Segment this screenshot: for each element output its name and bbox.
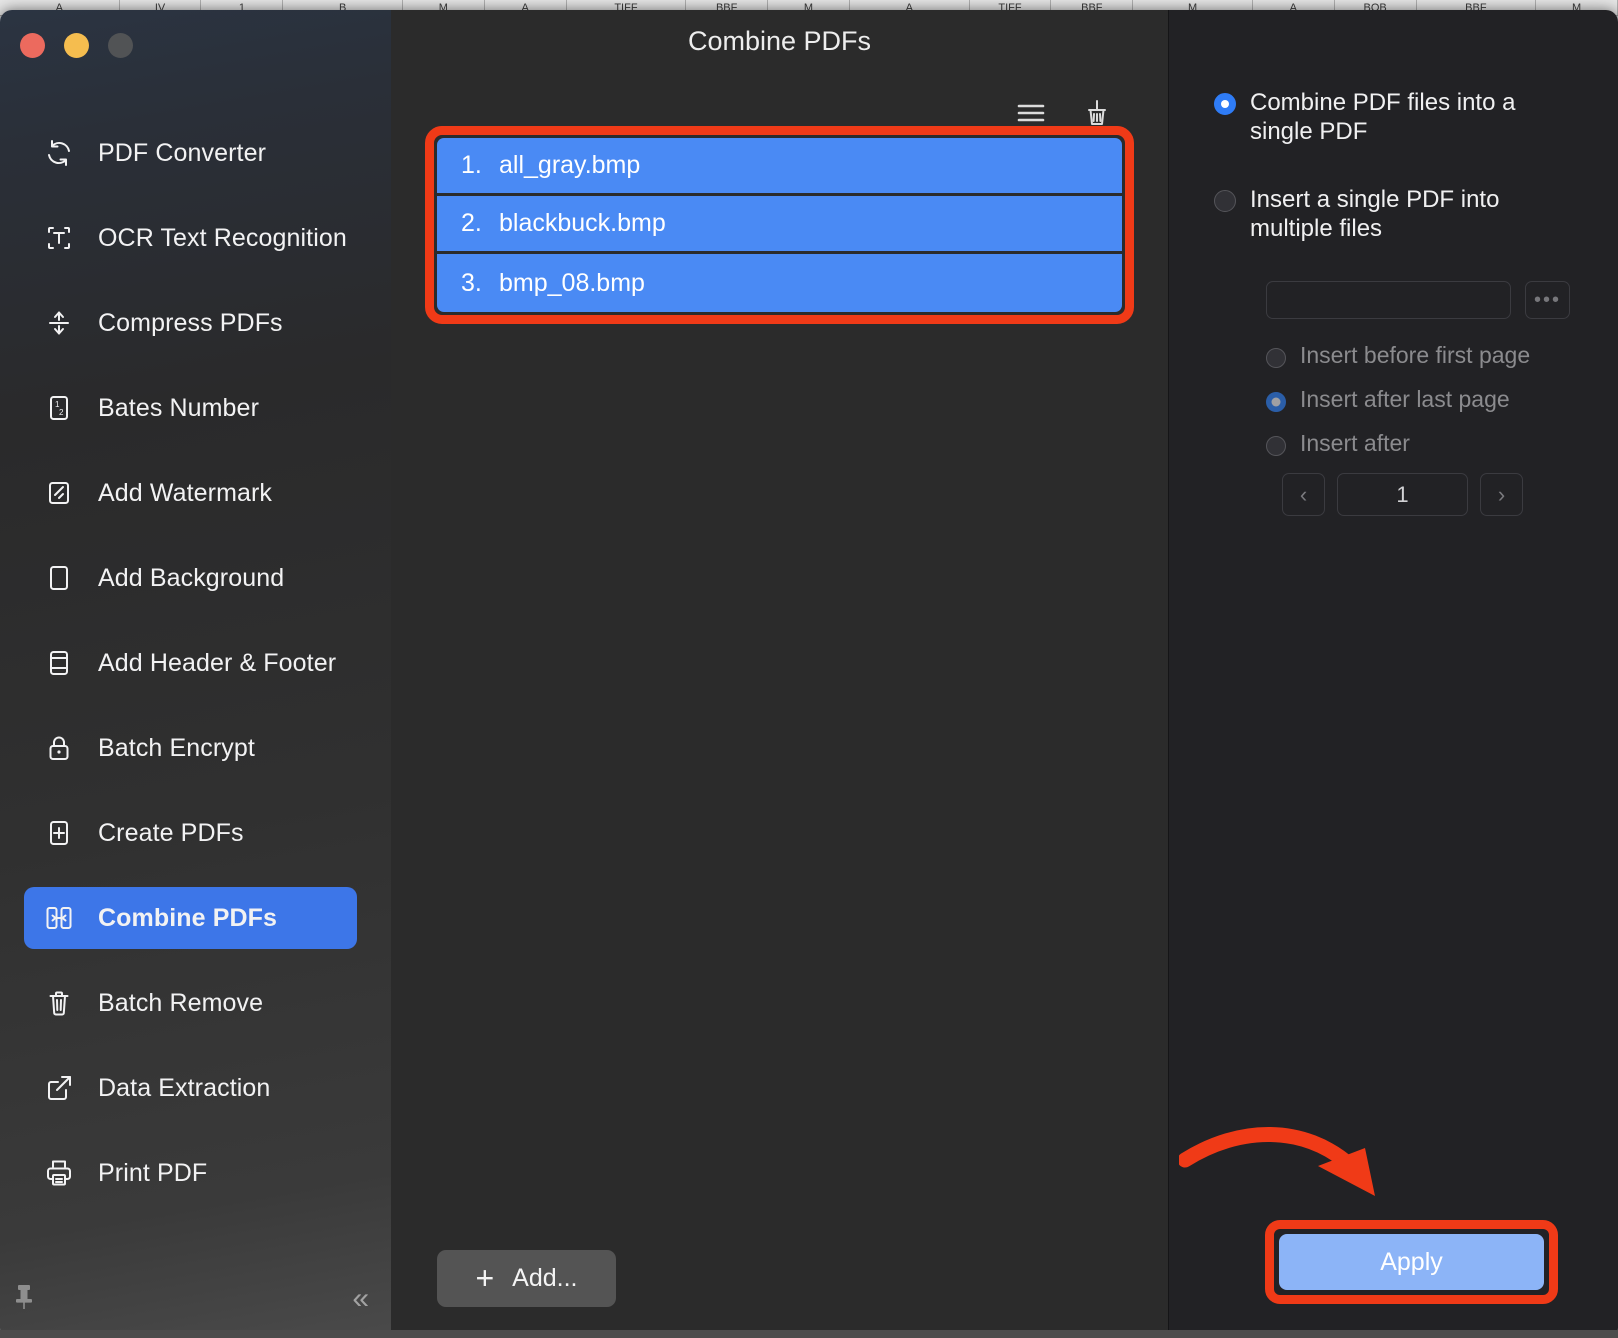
sidebar-item-label: Combine PDFs [98,904,277,933]
file-list-toolbar [391,72,1168,126]
sidebar-item-label: PDF Converter [98,139,266,168]
file-name: blackbuck.bmp [499,209,666,238]
radio-insert-into-multiple[interactable] [1214,190,1236,212]
sidebar-item-add-watermark[interactable]: Add Watermark [24,462,357,524]
ocr-text-icon [42,221,76,255]
page-number-input[interactable] [1337,473,1468,516]
refresh-icon [42,136,76,170]
sidebar-item-label: Print PDF [98,1159,207,1188]
sidebar-item-label: Batch Remove [98,989,263,1018]
sidebar-item-batch-remove[interactable]: Batch Remove [24,972,357,1034]
stepper-next-button[interactable]: › [1480,473,1523,516]
sidebar-item-label: Data Extraction [98,1074,270,1103]
file-index: 1. [461,151,499,180]
hamburger-list-icon[interactable] [1016,101,1046,125]
broom-clear-icon[interactable] [1082,98,1112,128]
apply-button[interactable]: Apply [1279,1234,1544,1290]
option-insert-before-first-page[interactable]: Insert before first page [1266,341,1578,369]
radio-combine-single-pdf[interactable] [1214,93,1236,115]
sidebar-item-label: Add Background [98,564,284,593]
stepper-prev-button[interactable]: ‹ [1282,473,1325,516]
sidebar-footer: « [0,1260,391,1338]
watermark-icon [42,476,76,510]
sidebar-item-label: Batch Encrypt [98,734,255,763]
sidebar-item-label: Create PDFs [98,819,244,848]
sidebar-item-bates-number[interactable]: 12 Bates Number [24,377,357,439]
page-number-stepper: ‹ › [1282,473,1578,516]
sidebar-item-create-pdfs[interactable]: Create PDFs [24,802,357,864]
pin-icon[interactable] [14,1284,34,1315]
add-button-label: Add... [512,1264,577,1293]
external-link-icon [42,1071,76,1105]
sidebar-item-compress-pdfs[interactable]: Compress PDFs [24,292,357,354]
titlebar: Combine PDFs [391,10,1168,72]
sidebar-item-label: Add Watermark [98,479,272,508]
apply-area: Apply [1169,1198,1618,1338]
radio-insert-before-first-page[interactable] [1266,348,1286,368]
sidebar-item-label: Bates Number [98,394,259,423]
radio-insert-after-last-page[interactable] [1266,392,1286,412]
option-insert-into-multiple-label: Insert a single PDF into multiple files [1250,185,1520,244]
trash-icon [42,986,76,1020]
compress-icon [42,306,76,340]
radio-insert-after[interactable] [1266,436,1286,456]
file-list-item[interactable]: 2.blackbuck.bmp [437,196,1122,254]
svg-text:2: 2 [59,408,64,417]
path-row: ••• [1266,281,1578,319]
sidebar: PDF Converter OCR Text Recognition Compres… [0,10,391,1338]
curved-arrow-annotation [1179,1108,1439,1218]
screen: AIV1BMATIFFBBFMATIFFBBFMABOBBBFM PDF Con… [0,0,1618,1338]
file-name: all_gray.bmp [499,151,640,180]
sidebar-item-print-pdf[interactable]: Print PDF [24,1142,357,1204]
printer-icon [42,1156,76,1190]
bates-number-icon: 12 [42,391,76,425]
sidebar-item-label: Compress PDFs [98,309,283,338]
option-combine-single-pdf-label: Combine PDF files into a single PDF [1250,88,1520,147]
file-list[interactable]: 1.all_gray.bmp2.blackbuck.bmp3.bmp_08.bm… [437,138,1122,312]
plus-icon: + [475,1262,494,1294]
header-footer-icon [42,646,76,680]
file-list-item[interactable]: 1.all_gray.bmp [437,138,1122,196]
option-insert-after-last-page[interactable]: Insert after last page [1266,385,1578,413]
sidebar-item-batch-encrypt[interactable]: Batch Encrypt [24,717,357,779]
option-insert-after-last-page-label: Insert after last page [1300,385,1510,413]
option-insert-after[interactable]: Insert after [1266,429,1578,457]
zoom-button[interactable] [108,33,133,58]
option-insert-into-multiple[interactable]: Insert a single PDF into multiple files [1214,185,1578,244]
add-files-button[interactable]: + Add... [437,1250,616,1307]
page-title: Combine PDFs [688,26,871,57]
plus-page-icon [42,816,76,850]
file-name: bmp_08.bmp [499,269,645,298]
browse-button[interactable]: ••• [1525,281,1570,319]
center-panel: Combine PDFs [391,10,1168,1338]
combine-icon [42,901,76,935]
file-list-item[interactable]: 3.bmp_08.bmp [437,254,1122,312]
sidebar-item-label: OCR Text Recognition [98,224,347,253]
file-index: 3. [461,269,499,298]
option-combine-single-pdf[interactable]: Combine PDF files into a single PDF [1214,88,1578,147]
minimize-button[interactable] [64,33,89,58]
sidebar-item-data-extraction[interactable]: Data Extraction [24,1057,357,1119]
file-list-container: 1.all_gray.bmp2.blackbuck.bmp3.bmp_08.bm… [437,138,1122,312]
lock-icon [42,731,76,765]
sidebar-collapse-button[interactable]: « [352,1284,369,1314]
add-button-row: + Add... [391,1218,1168,1338]
sidebar-item-pdf-converter[interactable]: PDF Converter [24,122,357,184]
sidebar-item-add-header-footer[interactable]: Add Header & Footer [24,632,357,694]
close-button[interactable] [20,33,45,58]
window-controls [0,10,391,64]
sidebar-item-ocr-text-recognition[interactable]: OCR Text Recognition [24,207,357,269]
sidebar-item-add-background[interactable]: Add Background [24,547,357,609]
option-insert-after-label: Insert after [1300,429,1410,457]
background-icon [42,561,76,595]
options-panel: Combine PDF files into a single PDF Inse… [1168,10,1618,1338]
window-bottom-bar [0,1330,1618,1338]
sidebar-item-label: Add Header & Footer [98,649,336,678]
option-insert-before-first-page-label: Insert before first page [1300,341,1530,369]
file-index: 2. [461,209,499,238]
app-window: PDF Converter OCR Text Recognition Compres… [0,10,1618,1338]
sidebar-nav: PDF Converter OCR Text Recognition Compres… [0,122,391,1227]
sidebar-item-combine-pdfs[interactable]: Combine PDFs [24,887,357,949]
insert-pdf-path-input[interactable] [1266,281,1511,319]
